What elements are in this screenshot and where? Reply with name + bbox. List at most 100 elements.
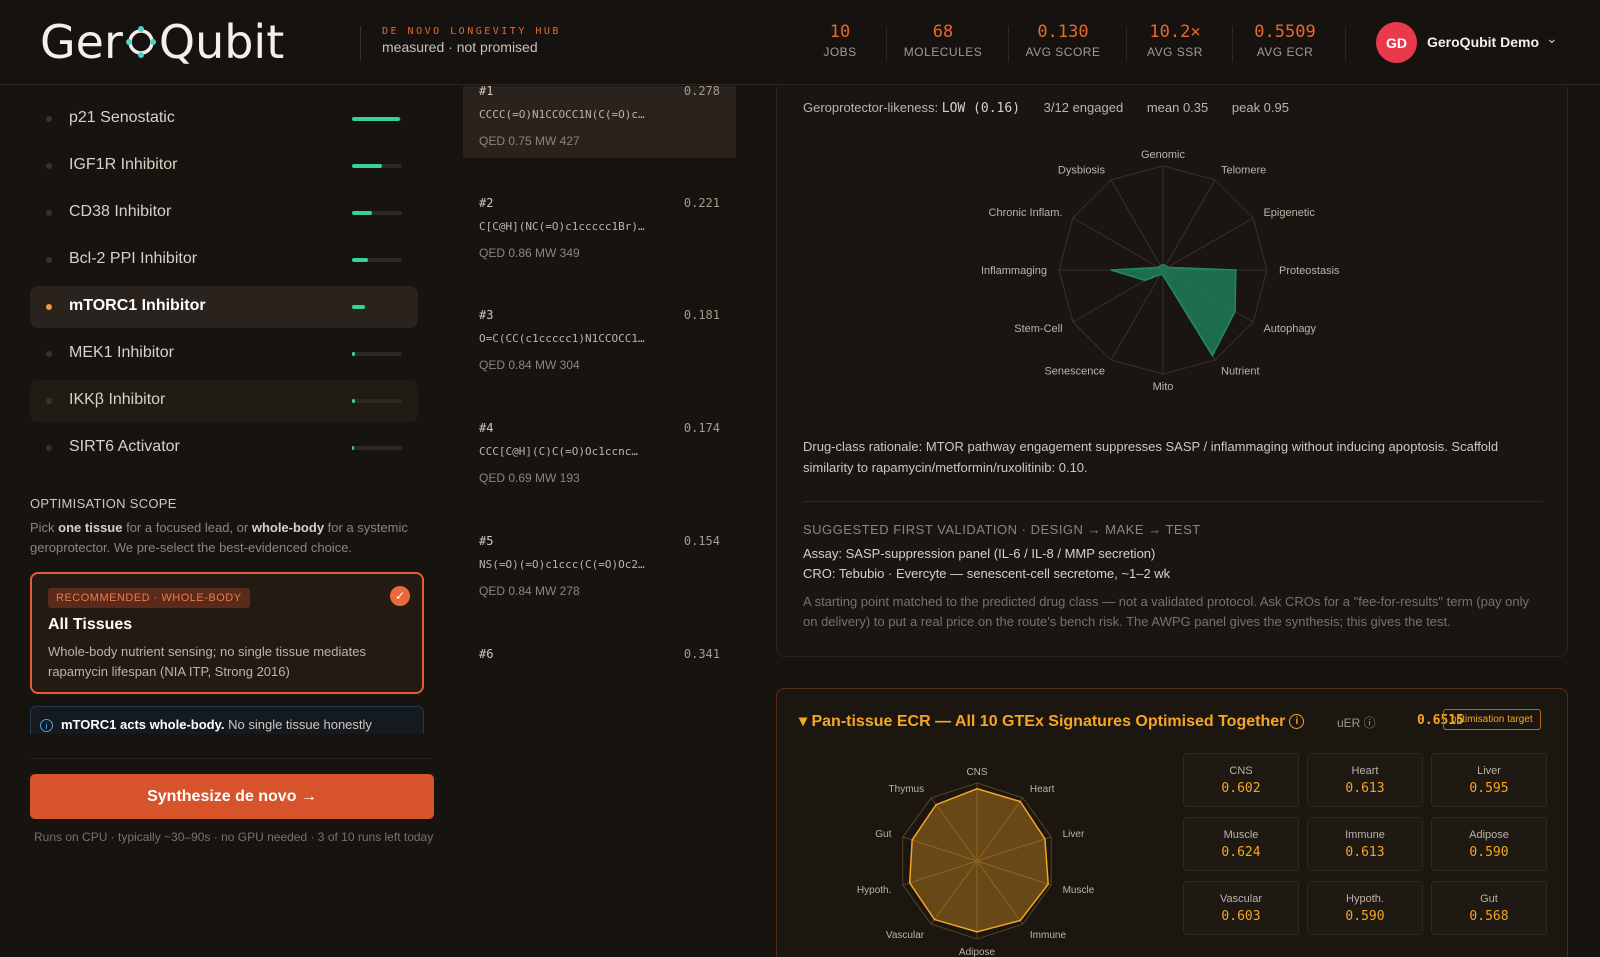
rec-description: Whole-body nutrient sensing; no single t… (48, 644, 366, 679)
tissue-score: 0.568 (1469, 909, 1509, 924)
target-item-p21[interactable]: p21 Senostatic (30, 98, 418, 140)
target-score-bar (352, 446, 402, 450)
scope-text: Pick one tissue for a focused lead, or w… (30, 518, 430, 558)
stat-divider (1126, 26, 1127, 62)
target-item-igf1r[interactable]: IGF1R Inhibitor (30, 145, 418, 187)
tissue-name: Immune (1345, 829, 1385, 841)
target-item-mek1[interactable]: MEK1 Inhibitor (30, 333, 418, 375)
scope-text-whole-body: whole-body (251, 520, 325, 535)
radar-axis-label: Mito (1153, 381, 1174, 393)
molecule-list: #1 0.278 CCCC(=O)N1CCOCC1N(C(=O)c… QED 0… (463, 86, 736, 957)
target-score-bar (352, 399, 402, 403)
stat-label: AVG ECR (1256, 45, 1314, 59)
molecule-score: 0.341 (683, 647, 720, 661)
molecule-rank: #2 (479, 196, 494, 210)
tagline-top: DE NOVO LONGEVITY HUB (382, 26, 561, 37)
tissue-cell-hypoth: Hypoth. 0.590 (1307, 881, 1423, 935)
radar-spoke (1072, 217, 1164, 271)
target-score-bar (352, 117, 402, 121)
divider (30, 758, 432, 759)
molecule-item[interactable]: #3 0.181 O=C(CC(c1ccccc1)N1CCOCC1… QED 0… (463, 302, 736, 382)
radar-axis-label: Hypoth. (857, 885, 891, 896)
target-dot-icon (46, 398, 52, 404)
tissue-score: 0.595 (1469, 781, 1509, 796)
target-dot-icon (46, 304, 52, 310)
target-label: CD38 Inhibitor (69, 203, 172, 220)
target-dot-icon (46, 116, 52, 122)
radar-spoke (1162, 217, 1254, 271)
scope-text-one-tissue: one tissue (58, 520, 123, 535)
qubit-logo-icon (125, 26, 156, 58)
tissue-cell-adipose: Adipose 0.590 (1431, 817, 1547, 871)
molecule-item[interactable]: #2 0.221 C[C@H](NC(=O)c1ccccc1Br)… QED 0… (463, 190, 736, 270)
molecule-item[interactable]: #4 0.174 CCC[C@H](C)C(=O)Oc1ccnc… QED 0.… (463, 415, 736, 495)
molecule-item[interactable]: #6 0.341 (463, 641, 736, 721)
pan-tissue-ecr-card: ▾ Pan-tissue ECR — All 10 GTEx Signature… (776, 688, 1568, 957)
recommended-scope-card[interactable]: RECOMMENDED · WHOLE-BODY ✓ All Tissues W… (30, 572, 424, 694)
hallmark-radar-chart: Genomic Telomere Epigenetic Proteostasis Aut… (981, 149, 1340, 393)
header-divider (360, 26, 361, 60)
molecule-item[interactable]: #1 0.278 CCCC(=O)N1CCOCC1N(C(=O)c… QED 0… (463, 86, 736, 158)
radar-axis-label: Inflammaging (981, 265, 1047, 277)
radar-axis-label: Gut (875, 829, 891, 840)
molecule-rank: #1 (479, 86, 494, 98)
target-item-sirt6[interactable]: SIRT6 Activator (30, 427, 418, 469)
molecule-meta: QED 0.84 MW 278 (479, 584, 580, 598)
radar-spoke (1110, 179, 1164, 271)
user-name[interactable]: GeroQubit Demo (1427, 34, 1539, 50)
target-item-cd38[interactable]: CD38 Inhibitor (30, 192, 418, 234)
logo[interactable]: Ger Qubit (40, 12, 284, 72)
info-icon[interactable]: i (1289, 714, 1305, 730)
tissue-cell-immune: Immune 0.613 (1307, 817, 1423, 871)
target-item-bcl2[interactable]: Bcl-2 PPI Inhibitor (30, 239, 418, 281)
radar-axis-label: Proteostasis (1279, 265, 1340, 277)
radar-axis-label: Vascular (886, 930, 925, 941)
molecule-score: 0.154 (683, 534, 720, 548)
molecule-item[interactable]: #5 0.154 NS(=O)(=O)c1ccc(C(=O)Oc2… QED 0… (463, 528, 736, 608)
target-label: SIRT6 Activator (69, 438, 180, 455)
molecule-meta: QED 0.86 MW 349 (479, 246, 580, 260)
target-score-fill (352, 305, 365, 309)
synthesize-button[interactable]: Synthesize de novo → (30, 774, 434, 819)
tissue-name: Heart (1351, 765, 1379, 777)
target-score-bar (352, 352, 402, 356)
tissue-name: Gut (1480, 893, 1498, 905)
target-item-ikkb[interactable]: IKKβ Inhibitor (30, 380, 418, 422)
info-icon: i (40, 719, 53, 732)
target-score-fill (352, 446, 354, 450)
molecule-score: 0.181 (683, 308, 720, 322)
tissue-cell-liver: Liver 0.595 (1431, 753, 1547, 807)
target-score-fill (352, 399, 355, 403)
scope-text-mid: for a focused lead, or (122, 520, 252, 535)
radar-axis-label: Nutrient (1221, 365, 1260, 377)
rec-title: All Tissues (48, 616, 133, 633)
target-item-mtorc1[interactable]: mTORC1 Inhibitor (30, 286, 418, 328)
scope-title: OPTIMISATION SCOPE (30, 496, 177, 511)
tissue-score: 0.602 (1221, 781, 1261, 796)
target-score-fill (352, 117, 400, 121)
geroprotector-label: Geroprotector-likeness: (803, 100, 939, 115)
stat-divider (1008, 26, 1009, 62)
radar-series-area (1110, 264, 1237, 358)
tissue-cell-muscle: Muscle 0.624 (1183, 817, 1299, 871)
tissue-name: Liver (1477, 765, 1501, 777)
molecule-smiles: NS(=O)(=O)c1ccc(C(=O)Oc2… (479, 558, 645, 571)
info-text-rest: No single tissue honestly (224, 717, 372, 732)
tissue-score: 0.613 (1345, 781, 1385, 796)
divider (803, 501, 1543, 502)
ecr-title[interactable]: ▾ Pan-tissue ECR — All 10 GTEx Signature… (799, 711, 1305, 731)
target-label: p21 Senostatic (69, 109, 175, 126)
stat-avg-ssr: 10.2× AVG SSR (1138, 22, 1212, 59)
logo-text-qubit: Qubit (158, 15, 285, 69)
radar-axis-label: Liver (1063, 829, 1085, 840)
info-callout: i mTORC1 acts whole-body. No single tiss… (30, 706, 424, 734)
radar-series-area (908, 787, 1049, 933)
validation-assay: Assay: SASP-suppression panel (IL-6 / IL… (803, 546, 1156, 561)
avatar[interactable]: GD (1376, 22, 1417, 63)
tissue-score: 0.624 (1221, 845, 1261, 860)
radar-axis-label: Autophagy (1263, 323, 1316, 335)
tissue-cell-vascular: Vascular 0.603 (1183, 881, 1299, 935)
chevron-down-icon[interactable]: ⌄ (1546, 30, 1558, 47)
stat-label: MOLECULES (903, 45, 983, 59)
molecule-detail-card: Geroprotector-likeness: LOW (0.16) 3/12 … (776, 86, 1568, 657)
